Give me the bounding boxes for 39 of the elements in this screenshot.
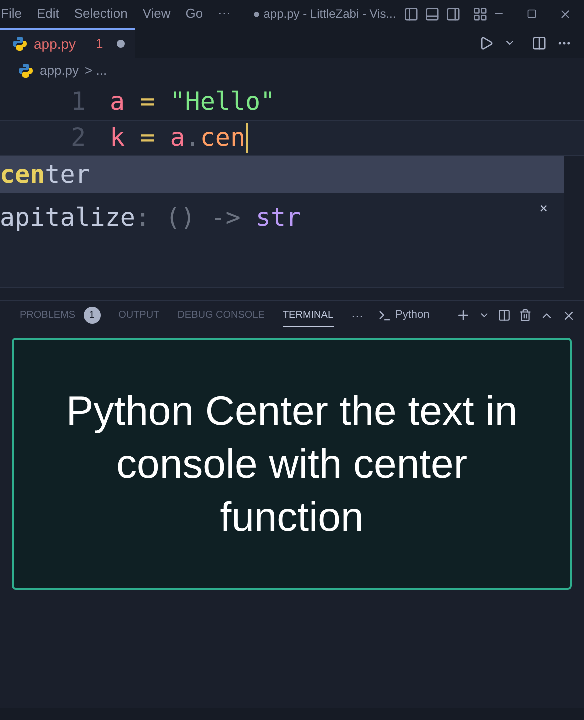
breadcrumb-more[interactable]: > ... — [85, 61, 108, 81]
split-editor-icon[interactable] — [532, 36, 547, 50]
panel-toggle-icon[interactable] — [425, 6, 440, 22]
tab-label: app.py — [34, 34, 76, 54]
code-line: a = "Hello" — [110, 86, 276, 118]
close-icon[interactable] — [559, 8, 572, 20]
code-line: k = a.cen — [110, 122, 246, 154]
close-button[interactable]: × — [540, 199, 548, 220]
menu-item[interactable]: Go — [186, 4, 204, 24]
run-icon[interactable] — [479, 36, 494, 50]
problem-count: 1 — [96, 35, 104, 54]
count-badge: 1 — [84, 307, 101, 324]
python-icon — [12, 36, 28, 52]
suggestion-item[interactable]: center — [0, 156, 564, 193]
terminal-icon — [378, 308, 392, 322]
editor-tab[interactable]: app.py 1 — [0, 28, 136, 58]
caption-text: Python Center the text in console with center function — [65, 386, 519, 542]
panel-tab[interactable]: TERMINAL — [282, 304, 334, 326]
menu-item[interactable]: Edit — [36, 4, 60, 24]
menu-item[interactable]: ⋯ — [218, 4, 232, 24]
layout-icon[interactable] — [473, 6, 488, 22]
split-terminal-icon[interactable] — [498, 309, 511, 322]
sidebar-toggle-icon[interactable] — [404, 6, 420, 22]
window-title: ● app.py - LittleZabi - Vis... — [253, 6, 396, 23]
menu-item[interactable]: View — [142, 4, 171, 24]
menu-item[interactable]: Selection — [74, 4, 128, 24]
shell-label[interactable]: Python — [396, 307, 430, 324]
python-icon — [18, 63, 34, 79]
text-cursor — [246, 123, 248, 153]
breadcrumb-file[interactable]: app.py — [40, 61, 80, 81]
more-tabs[interactable]: ··· — [352, 306, 364, 324]
new-terminal-icon[interactable] — [456, 308, 471, 323]
panel-tab[interactable]: PROBLEMS 1 — [20, 304, 101, 326]
menu-item[interactable]: File — [1, 4, 22, 24]
signature-detail: apitalize: () -> str — [0, 202, 302, 234]
trash-icon[interactable] — [519, 309, 532, 322]
maximize-icon[interactable] — [527, 9, 537, 19]
secondary-sidebar-icon[interactable] — [446, 6, 462, 22]
line-number: 1 — [70, 86, 87, 118]
